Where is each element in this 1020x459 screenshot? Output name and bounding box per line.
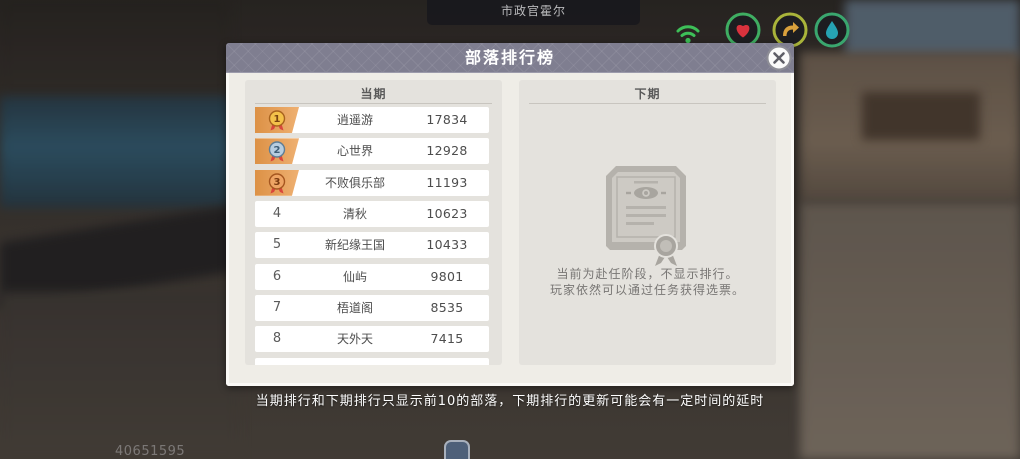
next-period-message: 当前为赴任阶段，不显示排行。 [556, 267, 739, 281]
table-row: 5 新纪缘王国 10433 [255, 232, 489, 259]
tribe-name: 心世界 [336, 144, 373, 159]
tribe-name: 仙屿 [342, 269, 367, 284]
water-drop-icon[interactable] [814, 12, 850, 48]
table-row: 6 仙屿 9801 [255, 263, 489, 290]
rank-number: 5 [272, 237, 282, 253]
player-id-label: 40651595 [115, 444, 186, 459]
table-row: 2 心世界 12928 [255, 138, 489, 165]
tribe-name: 逍遥游 [336, 113, 373, 127]
tribe-score: 10623 [426, 206, 468, 222]
rank-number: 7 [272, 300, 282, 316]
table-row: 3 不败俱乐部 11193 [255, 169, 489, 196]
table-row: 7 梧道阁 8535 [255, 295, 489, 322]
table-row: 1 逍遥游 17834 [255, 107, 489, 133]
dialog-title: 部落排行榜 [464, 48, 555, 67]
tribe-score: 17834 [426, 112, 468, 127]
tribe-name: 新纪缘王国 [324, 238, 385, 253]
table-row: 8 天外天 7415 [255, 326, 489, 353]
rank-number: 8 [272, 331, 282, 347]
dialog-title-bar: 部落排行榜 [226, 43, 794, 73]
tribe-name: 不败俱乐部 [324, 175, 385, 190]
tribe-name: 天外天 [336, 332, 373, 347]
table-row-partial [255, 357, 489, 365]
tribe-score: 12928 [426, 143, 468, 159]
npc-name-label: 市政官霍尔 [427, 0, 640, 25]
next-period-panel: 下期 当前为赴任阶段，不显示排行。 玩家依然可以通过任务获得选票。 [519, 80, 776, 365]
tribe-score: 9801 [430, 268, 464, 284]
tribe-leaderboard-dialog: 部落排行榜 当期 1 逍遥游 17834 2 心世界 12928 3 不败俱乐部… [226, 43, 794, 386]
next-period-header: 下期 [634, 87, 661, 101]
next-period-message: 玩家依然可以通过任务获得选票。 [549, 283, 745, 297]
bronze-medal-icon: 3 [268, 172, 286, 194]
tribe-score: 10433 [426, 237, 468, 253]
tribe-score: 11193 [426, 174, 468, 190]
current-period-panel: 当期 1 逍遥游 17834 2 心世界 12928 3 不败俱乐部 11193… [245, 80, 502, 365]
header-divider [255, 103, 492, 104]
gold-medal-icon: 1 [268, 110, 286, 131]
current-ranking-list[interactable]: 1 逍遥游 17834 2 心世界 12928 3 不败俱乐部 11193 4 … [255, 107, 489, 365]
rank-number: 6 [272, 268, 282, 284]
header-divider [529, 103, 766, 104]
silver-medal-icon: 2 [268, 141, 286, 162]
menu-badge-icon[interactable] [444, 440, 470, 459]
table-row: 4 清秋 10623 [255, 201, 489, 228]
rank-number: 2 [274, 145, 281, 156]
tribe-name: 梧道阁 [336, 301, 373, 316]
tribe-score: 8535 [430, 300, 464, 316]
rank-number: 3 [274, 177, 281, 188]
current-period-header: 当期 [360, 87, 387, 101]
certificate-icon [606, 166, 686, 266]
tribe-name: 清秋 [342, 207, 367, 222]
close-icon[interactable] [766, 45, 792, 71]
tribe-score: 7415 [430, 331, 464, 347]
leaderboard-footnote: 当期排行和下期排行只显示前10的部落，下期排行的更新可能会有一定时间的延时 [255, 394, 765, 409]
rank-number: 4 [272, 206, 282, 222]
rank-number: 1 [274, 114, 281, 125]
